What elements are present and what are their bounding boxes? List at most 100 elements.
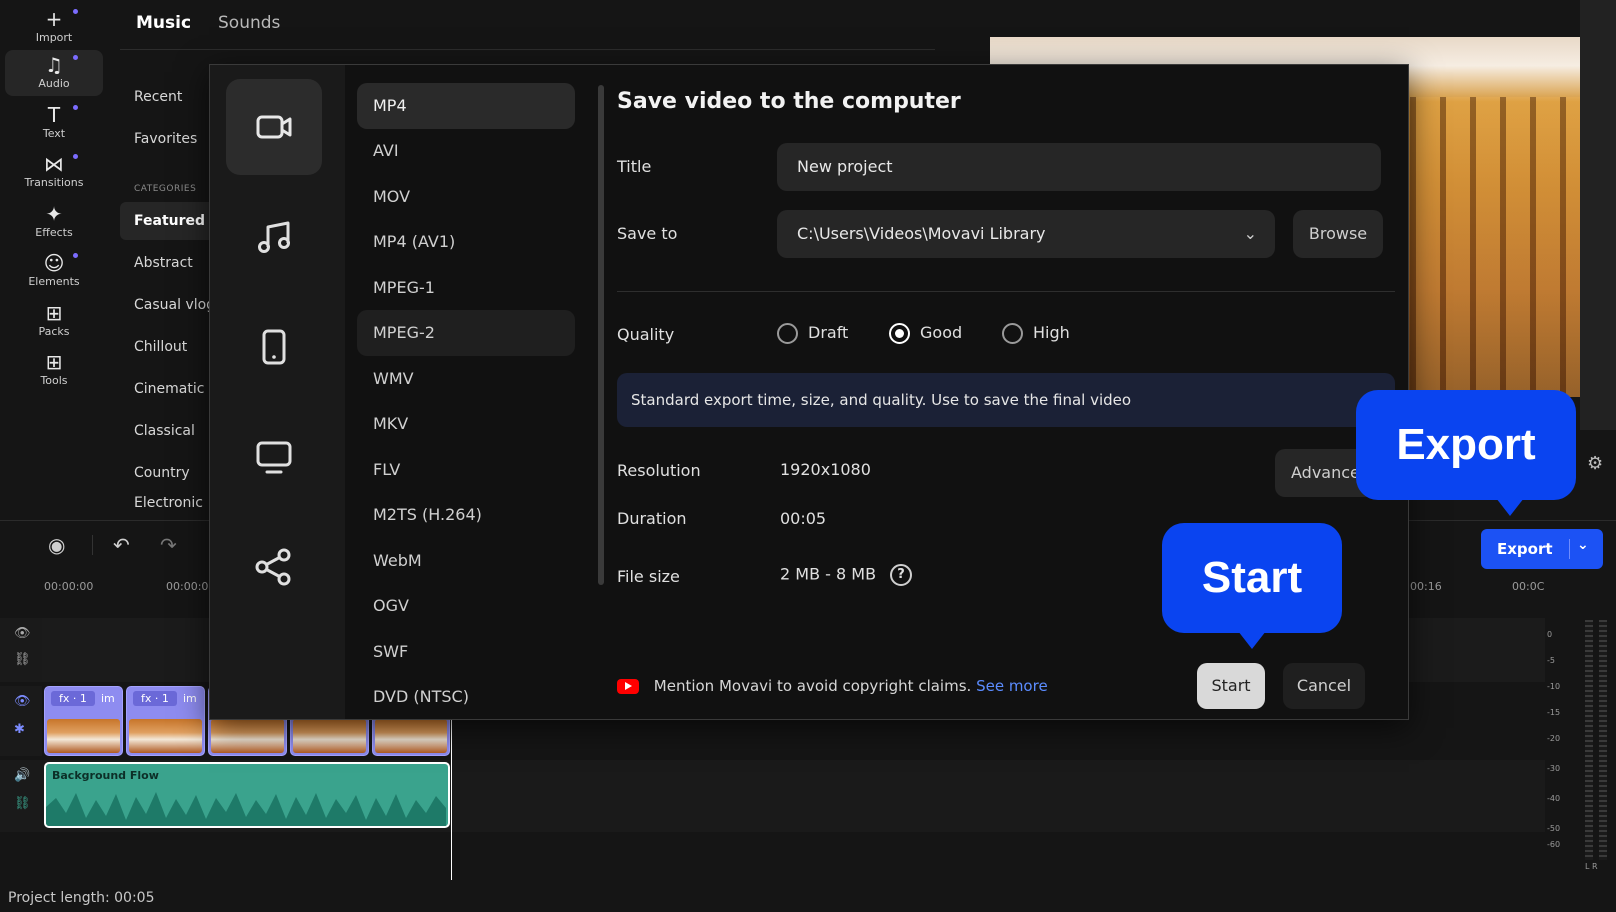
divider <box>617 291 1395 292</box>
toolbar-effects[interactable]: ✦ Effects <box>5 199 103 245</box>
link-icon[interactable]: ⛓ <box>14 652 31 667</box>
format-webm[interactable]: WebM <box>357 538 575 584</box>
settings-gear-icon[interactable]: ⚙ <box>1587 453 1603 474</box>
category-cinematic[interactable]: Cinematic <box>120 370 220 408</box>
speaker-icon[interactable]: 🔊 <box>14 768 30 783</box>
format-m2ts[interactable]: M2TS (H.264) <box>357 492 575 538</box>
format-mkv[interactable]: MKV <box>357 401 575 447</box>
tab-sounds[interactable]: Sounds <box>218 13 280 33</box>
toolbar-label: Transitions <box>24 176 84 189</box>
save-to-value: C:\Users\Videos\Movavi Library <box>797 224 1046 243</box>
meter-label: 0 <box>1547 630 1553 639</box>
youtube-icon <box>617 679 639 694</box>
redo-icon[interactable]: ↷ <box>160 533 177 557</box>
format-mpeg2[interactable]: MPEG-2 <box>357 310 575 356</box>
library-tabs: Music Sounds <box>120 0 935 50</box>
copyright-text: Mention Movavi to avoid copyright claims… <box>653 677 972 695</box>
format-swf[interactable]: SWF <box>357 629 575 675</box>
notification-dot <box>73 105 78 110</box>
see-more-link[interactable]: See more <box>976 677 1048 695</box>
meter-label: -30 <box>1547 764 1561 773</box>
category-electronic[interactable]: Electronic <box>120 496 220 510</box>
category-featured[interactable]: Featured <box>120 202 220 240</box>
effects-icon[interactable]: ✱ <box>14 722 25 737</box>
category-video[interactable] <box>226 79 322 175</box>
radio-label: Draft <box>808 323 849 342</box>
meter-bar-right <box>1599 620 1607 860</box>
record-icon[interactable]: ◉ <box>48 533 65 557</box>
video-clip[interactable]: fx · 1 im <box>126 686 205 756</box>
audio-level-meter: 0 -5 -10 -15 -20 -30 -40 -50 -60 L R <box>1545 620 1616 890</box>
category-mobile[interactable] <box>226 299 322 395</box>
quality-high-radio[interactable]: High <box>1002 323 1070 344</box>
format-mp4[interactable]: MP4 <box>357 83 575 129</box>
category-abstract[interactable]: Abstract <box>120 244 220 282</box>
library-recent[interactable]: Recent <box>120 78 220 116</box>
format-avi[interactable]: AVI <box>357 128 575 174</box>
category-tv[interactable] <box>226 409 322 505</box>
category-chillout[interactable]: Chillout <box>120 328 220 366</box>
clip-fx-badge: fx · 1 <box>51 691 95 706</box>
browse-button[interactable]: Browse <box>1293 210 1383 258</box>
library-favorites[interactable]: Favorites <box>120 120 220 158</box>
toolbar-label: Import <box>35 31 73 44</box>
format-flv[interactable]: FLV <box>357 447 575 493</box>
category-country[interactable]: Country <box>120 454 220 492</box>
save-to-select[interactable]: C:\Users\Videos\Movavi Library ⌄ <box>777 210 1275 258</box>
transitions-icon: ⋈ <box>44 152 64 176</box>
format-dvd-ntsc[interactable]: DVD (NTSC) <box>357 674 575 719</box>
video-clip[interactable]: fx · 1 im <box>44 686 123 756</box>
movavi-editor: + Import ♫ Audio T Text ⋈ Transitions ✦ … <box>0 0 1616 912</box>
text-icon: T <box>47 103 61 127</box>
export-button[interactable]: Export ⌄ <box>1481 529 1603 569</box>
toolbar-packs[interactable]: ⊞ Packs <box>5 298 103 344</box>
category-casual-vlog[interactable]: Casual vlog <box>120 286 220 324</box>
format-mpeg1[interactable]: MPEG-1 <box>357 265 575 311</box>
category-share[interactable] <box>226 519 322 615</box>
meter-label: -60 <box>1547 840 1561 849</box>
format-mp4-av1[interactable]: MP4 (AV1) <box>357 219 575 265</box>
category-classical[interactable]: Classical <box>120 412 220 450</box>
start-button[interactable]: Start <box>1197 663 1265 709</box>
toolbar-label: Tools <box>40 374 68 387</box>
export-callout: Export <box>1356 390 1576 516</box>
format-ogv[interactable]: OGV <box>357 583 575 629</box>
help-icon[interactable]: ? <box>890 564 913 586</box>
tools-icon: ⊞ <box>45 350 63 374</box>
link-icon[interactable]: ⛓ <box>14 796 31 811</box>
format-wmv[interactable]: WMV <box>357 356 575 402</box>
format-mov[interactable]: MOV <box>357 174 575 220</box>
category-audio[interactable] <box>226 189 322 285</box>
dialog-title: Save video to the computer <box>617 89 961 114</box>
radio-circle <box>777 323 798 344</box>
toolbar-tools[interactable]: ⊞ Tools <box>5 347 103 393</box>
cancel-button[interactable]: Cancel <box>1283 663 1365 709</box>
audio-clip[interactable]: Background Flow <box>44 762 450 828</box>
meter-label: -5 <box>1547 656 1555 665</box>
playhead[interactable] <box>451 700 452 880</box>
eye-icon[interactable]: 👁 <box>14 694 31 709</box>
chevron-down-icon[interactable]: ⌄ <box>1577 537 1589 553</box>
divider <box>1569 539 1570 559</box>
meter-channels: L R <box>1585 862 1598 871</box>
ruler-tick: 00:0C <box>1512 580 1545 593</box>
title-label: Title <box>617 157 652 176</box>
eye-icon[interactable]: 👁 <box>14 626 31 641</box>
toolbar-audio[interactable]: ♫ Audio <box>5 50 103 96</box>
audio-clip-name: Background Flow <box>52 769 159 782</box>
toolbar-label: Elements <box>28 275 80 288</box>
toolbar-text[interactable]: T Text <box>5 100 103 146</box>
ruler-tick: 00:00:00 <box>44 580 94 593</box>
toolbar-transitions[interactable]: ⋈ Transitions <box>5 149 103 195</box>
quality-draft-radio[interactable]: Draft <box>777 323 848 344</box>
quality-label: Quality <box>617 325 675 344</box>
clip-thumbnail <box>47 719 120 753</box>
tab-music[interactable]: Music <box>136 13 191 33</box>
toolbar-import[interactable]: + Import <box>5 4 103 50</box>
format-list-scrollbar[interactable] <box>598 85 604 585</box>
toolbar-elements[interactable]: ☺ Elements <box>5 248 103 294</box>
undo-icon[interactable]: ↶ <box>113 533 130 557</box>
quality-good-radio[interactable]: Good <box>889 323 962 344</box>
title-input[interactable]: New project <box>777 143 1381 191</box>
start-callout-label: Start <box>1201 553 1303 602</box>
